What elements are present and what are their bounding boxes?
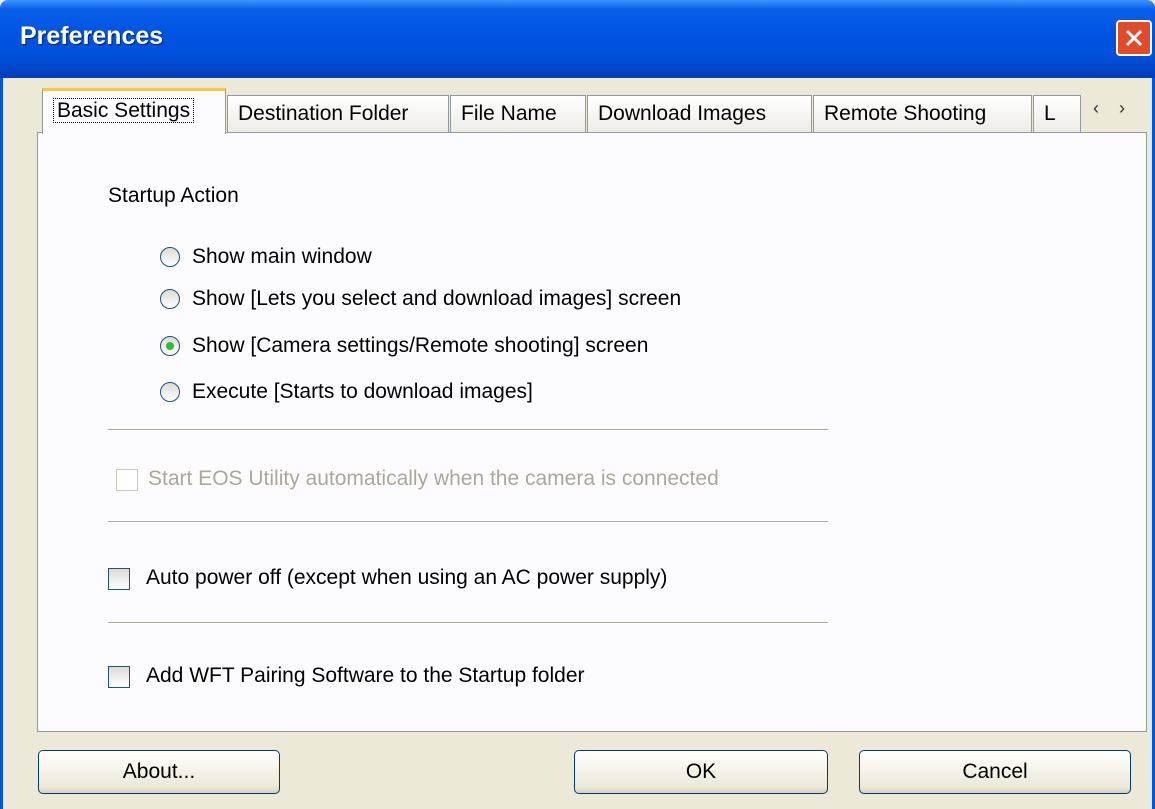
close-button[interactable] <box>1116 20 1152 56</box>
checkbox[interactable] <box>108 666 130 688</box>
separator <box>108 521 828 523</box>
radio-button[interactable] <box>160 336 180 356</box>
tab-label: L <box>1044 102 1056 125</box>
checkbox-label: Add WFT Pairing Software to the Startup … <box>146 664 585 687</box>
checkbox-label: Auto power off (except when using an AC … <box>146 566 668 589</box>
radio-label: Execute [Starts to download images] <box>192 380 533 403</box>
radio-label: Show [Camera settings/Remote shooting] s… <box>192 334 649 357</box>
preferences-window: Preferences Basic Settings Destination F… <box>0 0 1155 809</box>
tab-scroll-buttons: ‹ › <box>1082 96 1142 128</box>
startup-action-label: Startup Action <box>108 184 239 207</box>
tab-label: File Name <box>461 102 557 125</box>
title-bar[interactable]: Preferences <box>0 0 1155 78</box>
checkbox-label: Start EOS Utility automatically when the… <box>148 467 719 490</box>
close-icon <box>1125 29 1143 47</box>
radio-button[interactable] <box>160 289 180 309</box>
tab-label: Basic Settings <box>53 98 195 123</box>
tab-scroll-left-icon[interactable]: ‹ <box>1084 98 1108 119</box>
radio-button[interactable] <box>160 382 180 402</box>
tab-truncated[interactable]: L <box>1033 95 1081 133</box>
tab-label: Remote Shooting <box>824 102 987 125</box>
radio-label: Show [Lets you select and download image… <box>192 287 682 310</box>
radio-button[interactable] <box>160 247 180 267</box>
about-button[interactable]: About... <box>38 750 280 794</box>
tab-label: Download Images <box>598 102 767 125</box>
tab-destination-folder[interactable]: Destination Folder <box>227 95 449 133</box>
cancel-button[interactable]: Cancel <box>859 750 1131 794</box>
tab-remote-shooting[interactable]: Remote Shooting <box>813 95 1032 133</box>
window-title: Preferences <box>20 22 164 50</box>
basic-settings-panel <box>37 132 1147 732</box>
checkbox[interactable] <box>108 568 130 590</box>
tab-label: Destination Folder <box>238 102 409 125</box>
checkbox <box>116 469 138 491</box>
tab-scroll-right-icon[interactable]: › <box>1110 98 1134 119</box>
tab-download-images[interactable]: Download Images <box>587 95 812 133</box>
tab-basic-settings[interactable]: Basic Settings <box>42 88 226 134</box>
tab-file-name[interactable]: File Name <box>450 95 586 133</box>
separator <box>108 429 828 431</box>
separator <box>108 622 828 624</box>
ok-button[interactable]: OK <box>574 750 828 794</box>
radio-label: Show main window <box>192 245 372 268</box>
